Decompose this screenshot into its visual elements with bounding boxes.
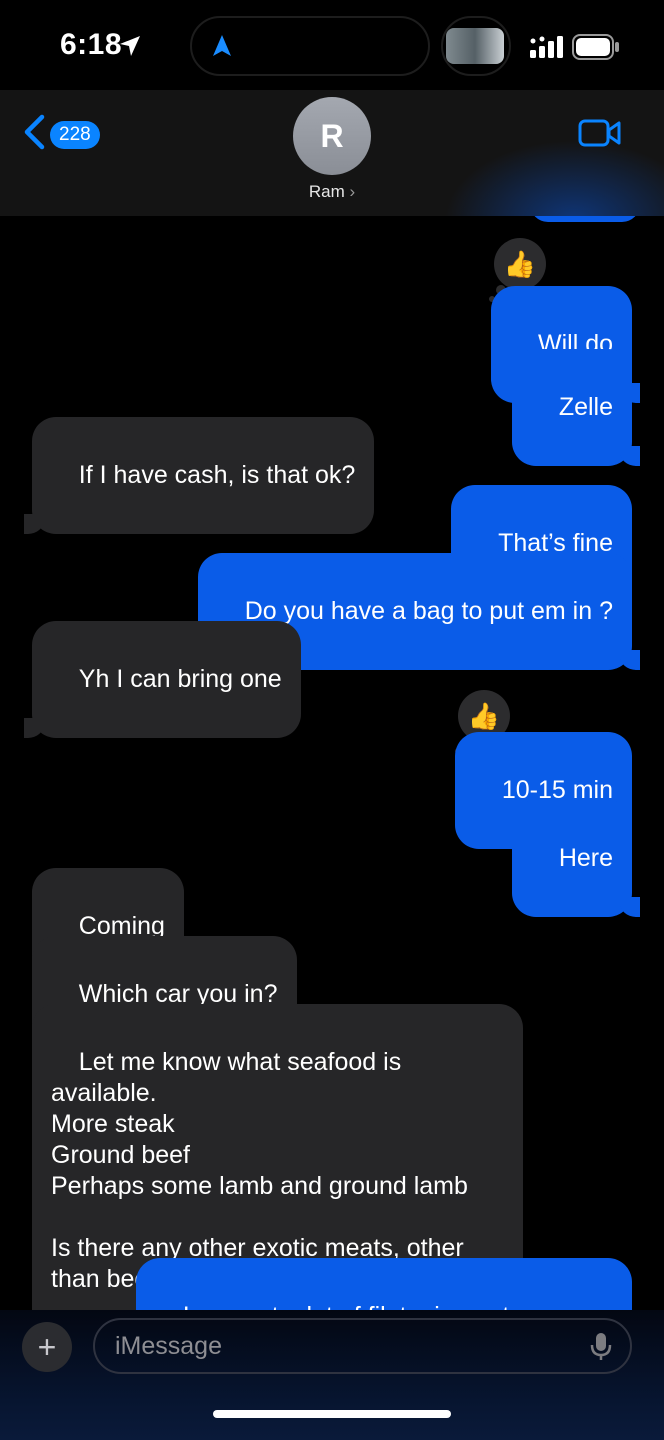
message-outgoing[interactable]: I can get a lot of filet mignon tomorrow [136, 1258, 632, 1310]
message-bubble-partial[interactable] [530, 216, 640, 222]
message-incoming[interactable]: If I have cash, is that ok? [23, 417, 375, 534]
microphone-icon[interactable] [590, 1332, 612, 1367]
message-outgoing[interactable]: Zelle [512, 349, 640, 466]
thumbs-up-icon: 👍 [503, 248, 537, 279]
avatar-initial: R [320, 117, 344, 154]
add-attachment-button[interactable]: + [22, 1322, 72, 1372]
navigation-arrow-icon [210, 34, 234, 63]
signal-icon [530, 36, 564, 63]
message-incoming[interactable]: Yh I can bring one [24, 621, 301, 738]
live-activity-thumbnail [446, 28, 504, 64]
message-text: Here [558, 844, 613, 872]
status-time: 6:18 [60, 28, 123, 61]
plus-icon: + [37, 1329, 57, 1365]
message-text: I can get a lot of filet mignon tomorrow [183, 1302, 607, 1310]
location-arrow-icon [118, 34, 142, 63]
contact-avatar[interactable]: R [293, 97, 371, 175]
back-button[interactable]: 228 [22, 114, 100, 155]
status-bar: 6:18 [0, 0, 664, 90]
unread-count-badge: 228 [50, 120, 100, 149]
message-outgoing[interactable]: Here [512, 800, 640, 917]
contact-name: Ram [308, 182, 345, 201]
message-text: Zelle [558, 393, 613, 421]
chevron-right-icon: › [349, 182, 356, 201]
message-text: Do you have a bag to put em in ? [244, 597, 613, 625]
message-text: If I have cash, is that ok? [78, 461, 356, 489]
conversation-header: 228 R Ram › [0, 90, 664, 216]
reaction-thumbs-up[interactable]: 👍 [494, 238, 546, 290]
video-call-button[interactable] [578, 118, 622, 153]
battery-icon [572, 34, 620, 65]
message-thread[interactable]: 👍 Will do Zelle If I have cash, is that … [0, 216, 664, 1310]
chevron-left-icon [22, 114, 46, 155]
header-glow [444, 140, 664, 216]
contact-name-button[interactable]: Ram › [0, 182, 664, 202]
imessage-input[interactable] [93, 1318, 632, 1374]
message-text: Yh I can bring one [78, 665, 282, 693]
thumbs-up-icon: 👍 [467, 700, 501, 731]
message-text: Let me know what seafood is available. M… [51, 1048, 468, 1293]
home-indicator[interactable] [213, 1410, 451, 1418]
video-call-icon [578, 119, 622, 152]
compose-bar: + [0, 1310, 664, 1440]
